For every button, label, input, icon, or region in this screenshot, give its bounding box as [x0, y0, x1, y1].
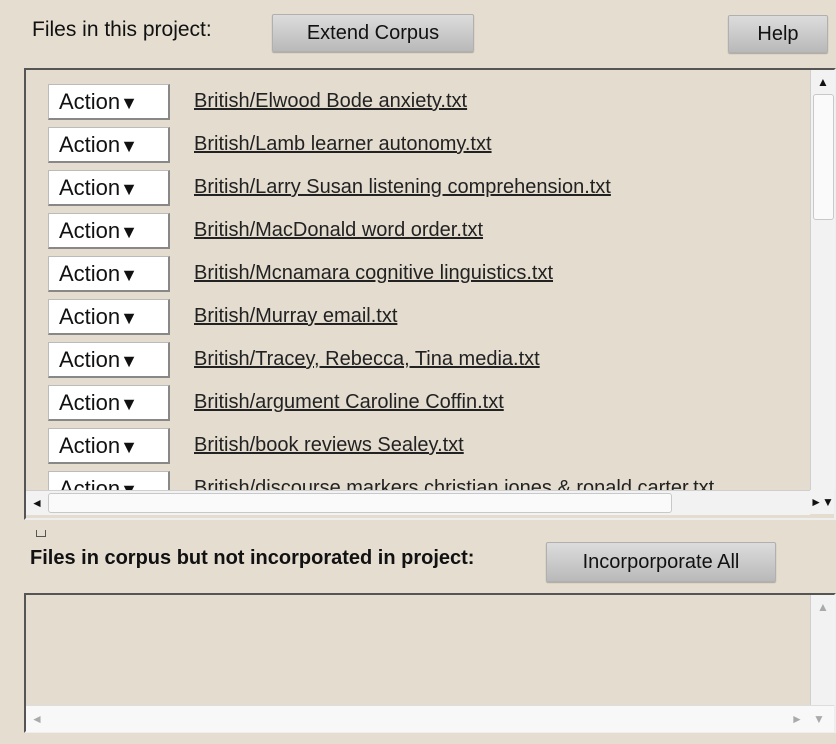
action-dropdown-button[interactable]: Action▼ [48, 127, 170, 163]
file-link[interactable]: British/MacDonald word order.txt [194, 219, 483, 242]
action-dropdown-button[interactable]: Action▼ [48, 256, 170, 292]
action-label: Action [59, 132, 121, 157]
action-dropdown-button[interactable]: Action▼ [48, 299, 170, 335]
action-label: Action [59, 89, 121, 114]
scroll-left-arrow-icon[interactable]: ◄ [26, 493, 48, 513]
file-link[interactable]: British/discourse markers christian jone… [194, 477, 714, 490]
file-link[interactable]: British/Lamb learner autonomy.txt [194, 133, 492, 156]
action-label: Action [59, 476, 121, 490]
action-label: Action [59, 347, 121, 372]
file-link[interactable]: British/book reviews Sealey.txt [194, 434, 464, 457]
toolbar: Files in this project: Extend Corpus Hel… [0, 0, 836, 62]
file-link[interactable]: British/Elwood Bode anxiety.txt [194, 90, 467, 113]
dropdown-arrow-icon: ▼ [120, 265, 138, 285]
dropdown-arrow-icon: ▼ [120, 308, 138, 328]
vertical-scrollbar[interactable]: ▲ [810, 70, 835, 490]
corpus-files-label: Files in corpus but not incorporated in … [30, 547, 475, 569]
action-label: Action [59, 433, 121, 458]
file-link[interactable]: British/Murray email.txt [194, 305, 397, 328]
action-dropdown-button[interactable]: Action▼ [48, 170, 170, 206]
file-row: Action▼ British/MacDonald word order.txt [48, 213, 808, 253]
files-in-project-label: Files in this project: [32, 18, 212, 41]
scroll-down-arrow-icon[interactable]: ▼ [808, 709, 830, 729]
file-row: Action▼ British/discourse markers christ… [48, 471, 808, 490]
action-dropdown-button[interactable]: Action▼ [48, 385, 170, 421]
help-button[interactable]: Help [728, 15, 828, 53]
action-label: Action [59, 261, 121, 286]
dropdown-arrow-icon: ▼ [120, 136, 138, 156]
scroll-down-arrow-icon[interactable]: ▼ [822, 495, 834, 509]
file-row: Action▼ British/Murray email.txt [48, 299, 808, 339]
vertical-scrollbar[interactable]: ▲ [810, 595, 835, 705]
project-file-list: Action▼ British/Elwood Bode anxiety.txt … [48, 84, 808, 490]
action-label: Action [59, 175, 121, 200]
incorporate-all-button[interactable]: Incorporporate All [546, 542, 776, 582]
file-row: Action▼ British/Elwood Bode anxiety.txt [48, 84, 808, 124]
horizontal-scrollbar[interactable]: ◄ [26, 490, 810, 515]
action-dropdown-button[interactable]: Action▼ [48, 84, 170, 120]
dropdown-arrow-icon: ▼ [120, 222, 138, 242]
dropdown-arrow-icon: ▼ [120, 93, 138, 113]
splitter-handle[interactable] [36, 530, 46, 537]
file-row: Action▼ British/book reviews Sealey.txt [48, 428, 808, 468]
action-label: Action [59, 218, 121, 243]
dropdown-arrow-icon: ▼ [120, 437, 138, 457]
dropdown-arrow-icon: ▼ [120, 351, 138, 371]
file-row: Action▼ British/Tracey, Rebecca, Tina me… [48, 342, 808, 382]
dropdown-arrow-icon: ▼ [120, 394, 138, 414]
file-link[interactable]: British/argument Caroline Coffin.txt [194, 391, 504, 414]
action-dropdown-button[interactable]: Action▼ [48, 428, 170, 464]
file-row: Action▼ British/Larry Susan listening co… [48, 170, 808, 210]
dropdown-arrow-icon: ▼ [120, 179, 138, 199]
file-link[interactable]: British/Tracey, Rebecca, Tina media.txt [194, 348, 540, 371]
dropdown-arrow-icon: ▼ [120, 480, 138, 490]
scroll-up-arrow-icon[interactable]: ▲ [812, 597, 834, 617]
scroll-left-arrow-icon[interactable]: ◄ [26, 709, 48, 729]
scroll-right-arrow-icon[interactable]: ► [786, 709, 808, 729]
project-files-panel: Action▼ British/Elwood Bode anxiety.txt … [24, 68, 836, 520]
file-link[interactable]: British/Larry Susan listening comprehens… [194, 176, 611, 199]
scroll-up-arrow-icon[interactable]: ▲ [812, 72, 834, 92]
file-row: Action▼ British/Lamb learner autonomy.tx… [48, 127, 808, 167]
file-link[interactable]: British/Mcnamara cognitive linguistics.t… [194, 262, 553, 285]
vertical-scroll-thumb[interactable] [813, 94, 834, 220]
action-label: Action [59, 304, 121, 329]
file-row: Action▼ British/Mcnamara cognitive lingu… [48, 256, 808, 296]
horizontal-scrollbar[interactable]: ◄ ► ▼ [26, 705, 834, 732]
action-dropdown-button[interactable]: Action▼ [48, 342, 170, 378]
action-dropdown-button[interactable]: Action▼ [48, 471, 170, 490]
scroll-corner: ►▼ [810, 490, 834, 514]
horizontal-scroll-thumb[interactable] [48, 493, 672, 513]
action-label: Action [59, 390, 121, 415]
file-row: Action▼ British/argument Caroline Coffin… [48, 385, 808, 425]
corpus-files-panel: ▲ ◄ ► ▼ [24, 593, 836, 733]
extend-corpus-button[interactable]: Extend Corpus [272, 14, 474, 52]
scroll-right-arrow-icon[interactable]: ► [810, 495, 822, 509]
action-dropdown-button[interactable]: Action▼ [48, 213, 170, 249]
